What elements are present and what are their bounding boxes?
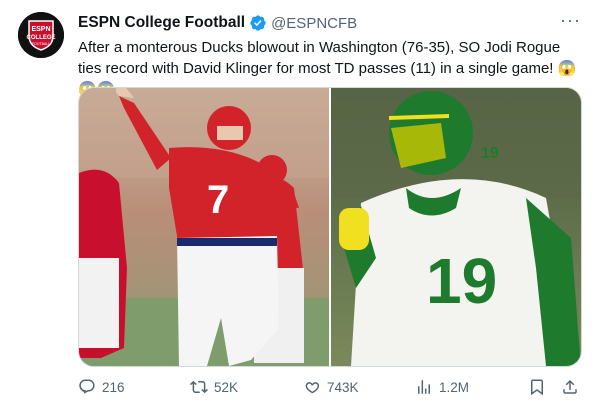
share-icon [563, 379, 577, 394]
retweet-count: 52K [214, 379, 239, 395]
avatar[interactable]: ESPN COLLEGE FOOTBALL [18, 12, 64, 58]
author-handle[interactable]: @ESPNCFB [271, 15, 357, 32]
espn-cfb-logo-icon: ESPN COLLEGE FOOTBALL [18, 12, 64, 58]
retweet-icon [190, 380, 208, 394]
like-button[interactable]: 743K [303, 378, 359, 396]
avatar-subtitle: COLLEGE [26, 35, 55, 41]
media-image-left[interactable]: 7 [79, 88, 329, 366]
views-chart-icon [418, 380, 430, 394]
more-options-icon[interactable]: ··· [560, 11, 580, 34]
left-jersey-number: 7 [207, 178, 229, 222]
bookmark-icon [531, 379, 543, 396]
views-count: 1.2M [439, 379, 470, 395]
right-shoulder-number: 19 [481, 145, 499, 162]
verified-badge-icon [249, 14, 267, 32]
right-jersey-number: 19 [426, 245, 497, 317]
reply-count: 216 [102, 379, 125, 395]
retweet-button[interactable]: 52K [190, 378, 238, 396]
avatar-subtitle2: FOOTBALL [32, 42, 50, 46]
avatar-logo-text: ESPN [31, 26, 50, 33]
tweet-actions: 216 52K 743K 1.2M [78, 378, 583, 400]
tweet-media[interactable]: 7 19 19 [78, 87, 582, 367]
media-image-right[interactable]: 19 19 [331, 88, 581, 366]
reply-icon [79, 379, 95, 394]
share-button[interactable] [561, 378, 585, 396]
heart-icon [305, 382, 320, 394]
views-button[interactable]: 1.2M [415, 378, 469, 396]
like-count: 743K [327, 379, 359, 395]
reply-button[interactable]: 216 [78, 378, 125, 396]
bookmark-button[interactable] [528, 378, 552, 396]
author-name[interactable]: ESPN College Football [78, 14, 245, 32]
tweet-header: ESPN College Football @ESPNCFB [78, 12, 357, 34]
